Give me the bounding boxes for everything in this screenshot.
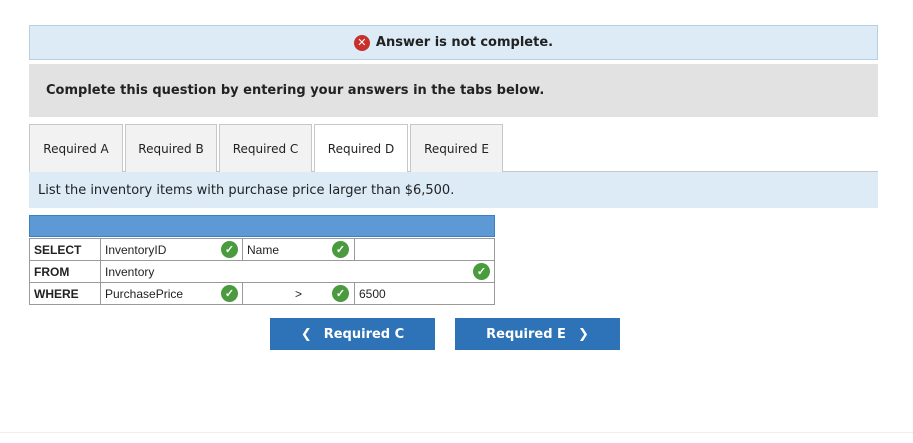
keyword-select: SELECT (29, 238, 101, 261)
where-field-1[interactable]: PurchasePrice ✓ (100, 282, 243, 305)
check-icon: ✓ (332, 285, 349, 302)
tab-required-a[interactable]: Required A (29, 124, 123, 172)
question-text: List the inventory items with purchase p… (38, 182, 455, 198)
keyword-from: FROM (29, 260, 101, 283)
prev-label: Required C (323, 326, 405, 342)
where-operator[interactable]: > ✓ (242, 282, 355, 305)
field-value: Inventory (105, 264, 155, 279)
table-row: WHERE PurchasePrice ✓ > ✓ 6500 (29, 282, 495, 305)
next-button[interactable]: Required E ❯ (455, 318, 620, 350)
status-text: Answer is not complete. (375, 35, 554, 50)
tab-bar: Required A Required B Required C Require… (29, 124, 878, 173)
grid-header (29, 215, 495, 237)
check-icon: ✓ (221, 241, 238, 258)
divider (0, 432, 913, 433)
select-field-2[interactable]: Name ✓ (242, 238, 355, 261)
table-row: FROM Inventory ✓ (29, 260, 495, 283)
check-icon: ✓ (221, 285, 238, 302)
tab-required-d[interactable]: Required D (314, 124, 408, 173)
tab-required-e[interactable]: Required E (410, 124, 503, 172)
field-value: InventoryID (105, 242, 167, 257)
question-bar: List the inventory items with purchase p… (29, 172, 878, 208)
chevron-left-icon: ❮ (300, 326, 312, 342)
chevron-right-icon: ❯ (577, 326, 589, 342)
check-icon: ✓ (332, 241, 349, 258)
check-icon: ✓ (473, 263, 490, 280)
instruction-text: Complete this question by entering your … (46, 83, 545, 98)
sql-table: SELECT InventoryID ✓ Name ✓ FROM Invento… (29, 238, 495, 305)
select-field-1[interactable]: InventoryID ✓ (100, 238, 243, 261)
status-banner: ✕ Answer is not complete. (29, 25, 878, 60)
select-field-3[interactable] (354, 238, 495, 261)
next-label: Required E (486, 326, 566, 342)
prev-button[interactable]: ❮ Required C (270, 318, 435, 350)
where-value[interactable]: 6500 (354, 282, 495, 305)
instruction-bar: Complete this question by entering your … (29, 64, 878, 117)
sql-grid: SELECT InventoryID ✓ Name ✓ FROM Invento… (29, 215, 495, 305)
field-value: Name (247, 242, 280, 257)
tab-required-c[interactable]: Required C (219, 124, 312, 172)
keyword-where: WHERE (29, 282, 101, 305)
from-field[interactable]: Inventory ✓ (100, 260, 495, 283)
field-value: PurchasePrice (105, 286, 184, 301)
x-circle-icon: ✕ (353, 34, 370, 51)
tab-required-b[interactable]: Required B (125, 124, 217, 172)
table-row: SELECT InventoryID ✓ Name ✓ (29, 238, 495, 261)
field-value: > (294, 286, 302, 301)
